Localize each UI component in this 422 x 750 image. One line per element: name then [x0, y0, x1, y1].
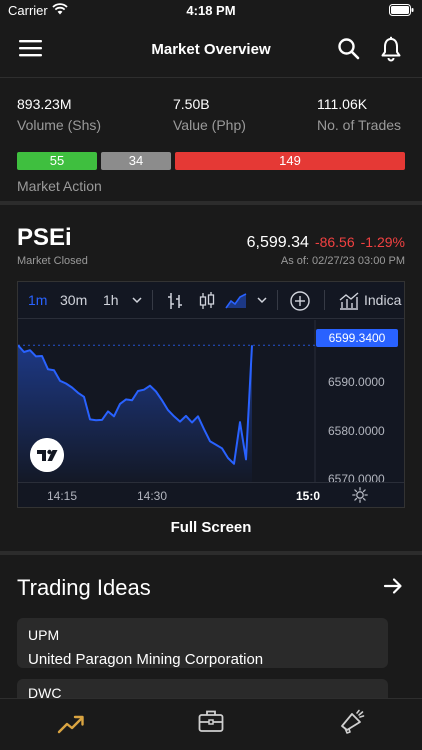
- price-chart[interactable]: 1m 30m 1h Indica 6599.3400 6590.0000 658…: [17, 281, 405, 508]
- area-chart-type-icon[interactable]: [225, 291, 247, 311]
- chart-settings-icon[interactable]: [352, 487, 368, 503]
- timeframe-1m[interactable]: 1m: [28, 292, 47, 308]
- section-divider: [0, 201, 422, 205]
- toolbar-divider: [152, 290, 153, 310]
- status-bar: Carrier 4:18 PM: [0, 0, 422, 22]
- search-icon[interactable]: [337, 37, 361, 61]
- y-tick-label: 6590.0000: [328, 375, 385, 389]
- index-change-pct: -1.29%: [360, 234, 405, 250]
- tab-bar: [0, 698, 422, 750]
- market-action-label: Market Action: [17, 178, 102, 194]
- nav-bar: Market Overview: [0, 26, 422, 72]
- market-status: Market Closed: [17, 255, 88, 267]
- arrow-right-icon[interactable]: [383, 576, 403, 596]
- y-tick-label: 6570.0000: [328, 472, 385, 486]
- megaphone-icon[interactable]: [339, 709, 365, 735]
- chevron-down-icon[interactable]: [256, 291, 268, 309]
- y-tick-label: 6580.0000: [328, 424, 385, 438]
- x-tick-label: 15:0: [296, 489, 321, 503]
- section-divider: [0, 551, 422, 555]
- tradingview-logo-icon[interactable]: [30, 438, 64, 472]
- chart-toolbar: 1m 30m 1h Indica: [18, 282, 404, 319]
- candles-chart-type-icon[interactable]: [197, 291, 217, 311]
- trading-idea-card[interactable]: UPM United Paragon Mining Corporation: [17, 618, 388, 668]
- stat-value: 111.06K: [317, 96, 368, 112]
- x-tick-label: 14:15: [47, 489, 78, 503]
- header-divider: [0, 77, 422, 78]
- time-axis-divider: [18, 482, 404, 483]
- stat-trades: 111.06K No. of Trades: [317, 96, 401, 133]
- stat-label: Value (Php): [173, 117, 246, 133]
- battery-icon: [389, 4, 414, 16]
- stat-value: 893.23M: [17, 96, 72, 112]
- toolbar-divider: [324, 290, 325, 310]
- full-screen-button[interactable]: Full Screen: [0, 519, 422, 536]
- stat-label: No. of Trades: [317, 117, 402, 133]
- index-change: -86.56: [314, 234, 355, 250]
- trading-ideas-title: Trading Ideas: [17, 575, 151, 600]
- stat-value-php: 7.50B Value (Php): [173, 96, 246, 133]
- briefcase-icon[interactable]: [198, 709, 224, 733]
- last-price-label: 6599.3400: [316, 329, 398, 347]
- index-price-row: 6,599.34 -86.56 -1.29%: [247, 234, 405, 252]
- stat-label: Volume (Shs): [17, 117, 102, 133]
- advances-bar: 55: [17, 152, 97, 170]
- declines-bar: 149: [175, 152, 405, 170]
- x-tick-label: 14:30: [137, 489, 168, 503]
- bar-chart-type-icon[interactable]: [165, 291, 185, 311]
- idea-symbol: UPM: [28, 627, 60, 643]
- unchanged-bar: 34: [101, 152, 171, 170]
- trending-up-icon[interactable]: [57, 713, 85, 735]
- toolbar-divider: [277, 290, 278, 310]
- index-price: 6,599.34: [246, 234, 309, 251]
- bell-icon[interactable]: [380, 36, 402, 62]
- timeframe-1h[interactable]: 1h: [103, 292, 119, 308]
- timeframe-30m[interactable]: 30m: [60, 292, 87, 308]
- indicators-label[interactable]: Indica: [364, 292, 401, 308]
- add-compare-icon[interactable]: [289, 290, 311, 312]
- stat-volume: 893.23M Volume (Shs): [17, 96, 101, 133]
- as-of-timestamp: As of: 02/27/23 03:00 PM: [280, 255, 405, 267]
- stat-value: 7.50B: [173, 96, 210, 112]
- idea-company-name: United Paragon Mining Corporation: [28, 651, 264, 668]
- chevron-down-icon[interactable]: [131, 291, 143, 309]
- index-name: PSEi: [17, 224, 72, 251]
- indicators-icon[interactable]: [338, 291, 360, 311]
- status-time: 4:18 PM: [186, 3, 236, 18]
